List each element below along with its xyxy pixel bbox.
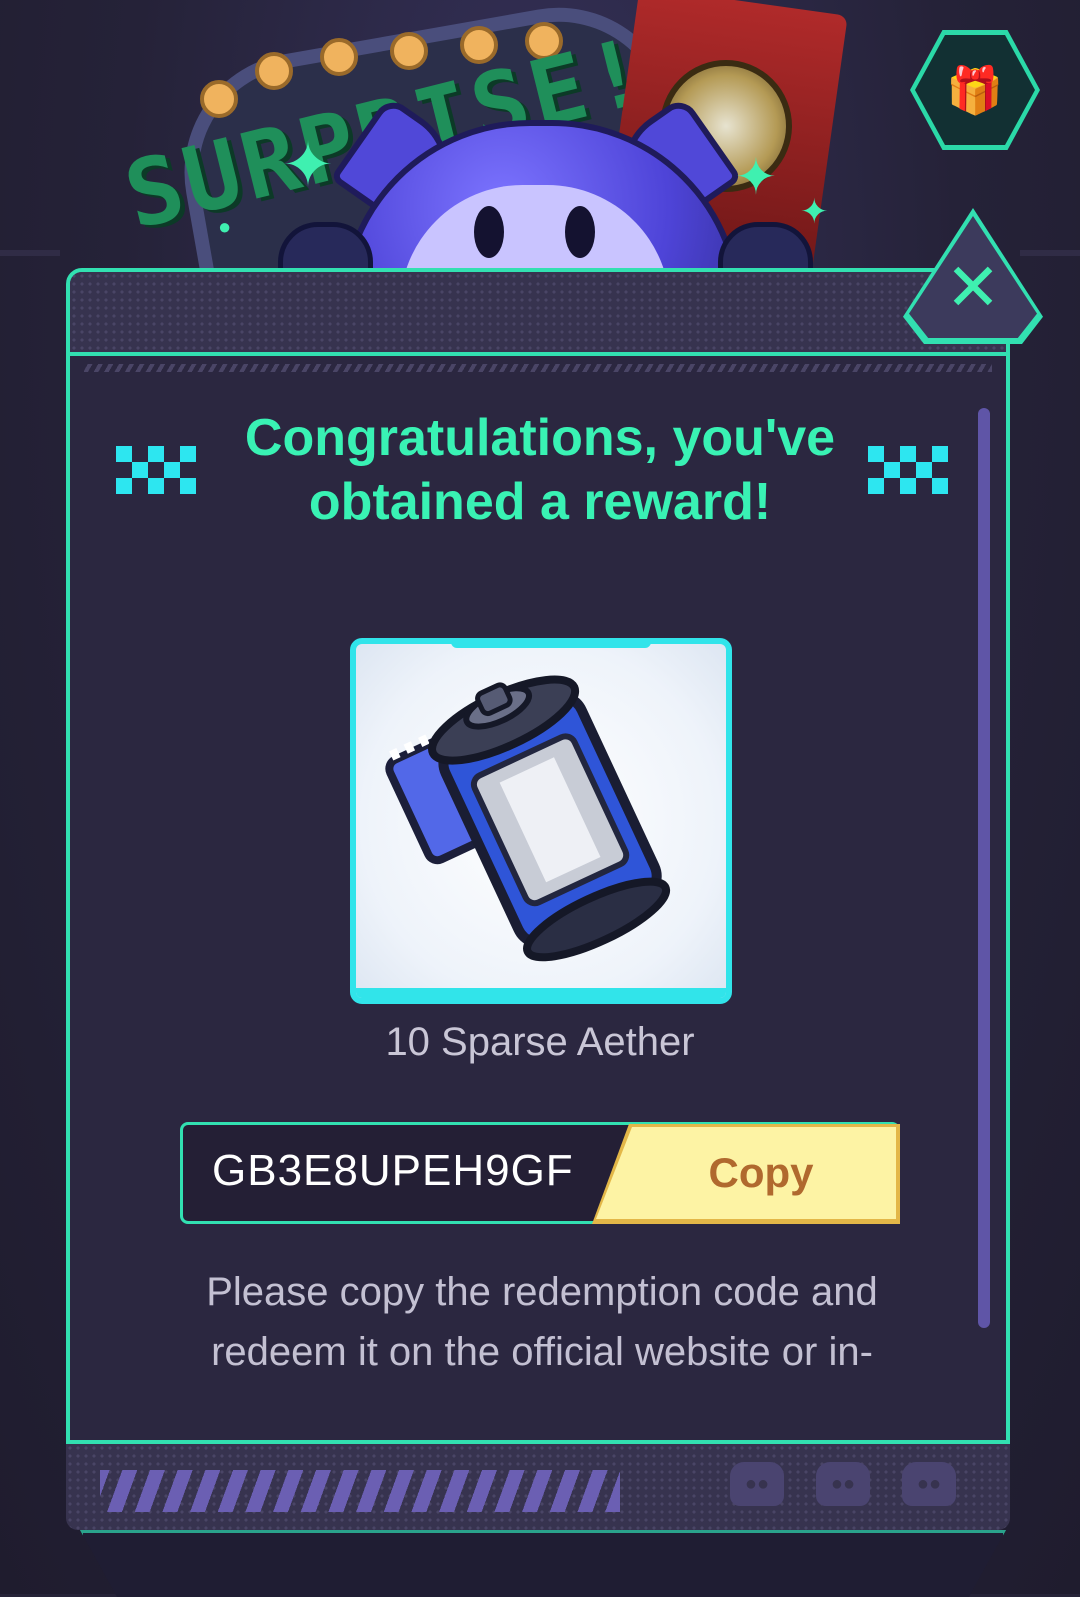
reward-title: Congratulations, you've obtained a rewar… <box>244 409 836 531</box>
sparkle-icon: ✦ <box>282 131 334 200</box>
gift-icon: 🎁 <box>915 35 1035 145</box>
close-icon: ✕ <box>945 250 1001 324</box>
sparkle-icon: ✦ <box>800 193 829 231</box>
mascot-eye <box>565 206 595 258</box>
background-line <box>0 250 60 256</box>
hatch-divider <box>84 364 992 372</box>
dialog-base <box>80 1530 1006 1597</box>
checker-decoration-left <box>116 446 196 494</box>
instructions-text: Please copy the redemption code and rede… <box>206 1270 878 1374</box>
marquee-bulb <box>390 32 428 70</box>
reward-name: 10 Sparse Aether <box>385 1020 695 1064</box>
marquee-bulb <box>200 80 238 118</box>
paw-icon: ●● <box>730 1462 784 1506</box>
film-canister-icon <box>385 675 671 962</box>
footer-stripes <box>100 1470 620 1512</box>
dialog-header-bar <box>70 272 1006 356</box>
scrollbar[interactable] <box>978 408 990 1328</box>
sparkle-icon: ✦ <box>735 149 777 205</box>
copy-button-label: Copy <box>596 1127 896 1219</box>
background-line <box>1020 250 1080 256</box>
marquee-bulb <box>255 52 293 90</box>
mascot-eye <box>474 206 504 258</box>
copy-button[interactable]: Copy <box>592 1124 900 1224</box>
paw-icon: ●● <box>902 1462 956 1506</box>
checker-decoration-right <box>868 446 948 494</box>
redemption-code: GB3E8UPEH9GF <box>212 1146 574 1195</box>
paw-icon: ●● <box>816 1462 870 1506</box>
marquee-bulb <box>320 38 358 76</box>
reward-item-card <box>350 638 732 1004</box>
sparkle-icon: ● <box>218 214 232 239</box>
